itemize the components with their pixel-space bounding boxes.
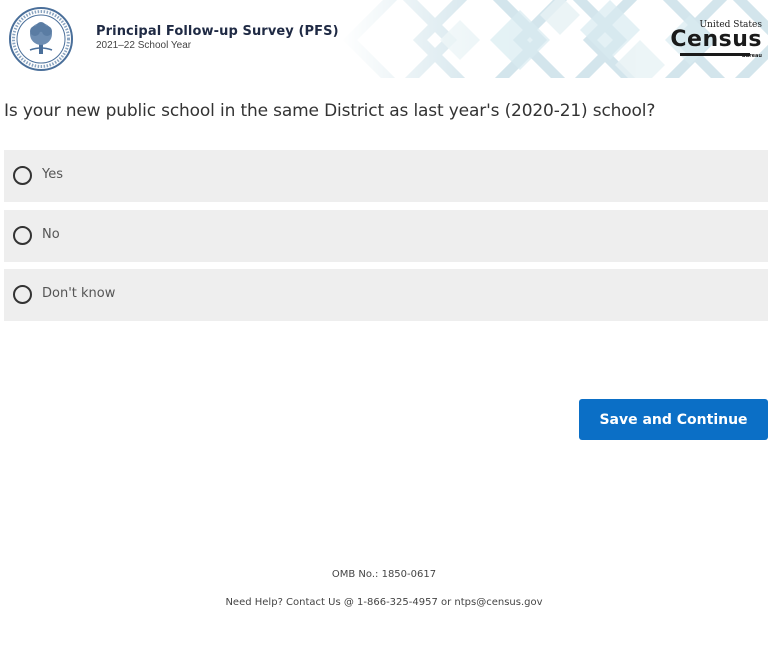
census-logo-bar bbox=[680, 53, 750, 56]
option-yes[interactable]: Yes bbox=[4, 150, 768, 202]
survey-title: Principal Follow-up Survey (PFS) bbox=[96, 24, 339, 39]
survey-subtitle: 2021–22 School Year bbox=[96, 40, 192, 51]
option-label: Yes bbox=[42, 167, 63, 182]
option-label: Don't know bbox=[42, 286, 116, 301]
question-text: Is your new public school in the same Di… bbox=[4, 101, 656, 121]
save-and-continue-button[interactable]: Save and Continue bbox=[579, 399, 768, 440]
radio-button-icon[interactable] bbox=[13, 285, 32, 304]
omb-number: OMB No.: 1850-0617 bbox=[331, 569, 437, 580]
option-label: No bbox=[42, 227, 60, 242]
radio-button-icon[interactable] bbox=[13, 166, 32, 185]
help-contact-text: Need Help? Contact Us @ 1-866-325-4957 o… bbox=[225, 597, 543, 608]
option-dont-know[interactable]: Don't know bbox=[4, 269, 768, 321]
census-logo-main-text: Census bbox=[670, 27, 762, 52]
department-seal-icon bbox=[8, 6, 74, 72]
radio-button-icon[interactable] bbox=[13, 226, 32, 245]
option-no[interactable]: No bbox=[4, 210, 768, 262]
page-header: Principal Follow-up Survey (PFS) 2021–22… bbox=[0, 0, 768, 78]
survey-title-block: Principal Follow-up Survey (PFS) 2021–22… bbox=[96, 24, 339, 51]
census-bureau-logo: United States Census Bureau bbox=[670, 20, 764, 60]
census-logo-bottom-text: Bureau bbox=[741, 53, 762, 59]
